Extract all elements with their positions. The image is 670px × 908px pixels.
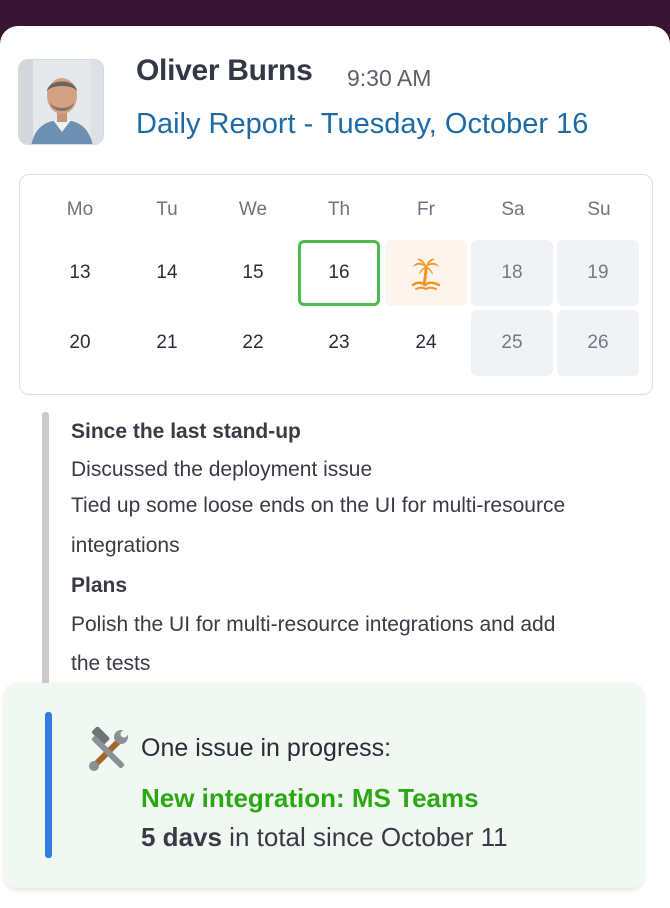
issue-duration: 5 davs bbox=[141, 822, 222, 852]
calendar-day[interactable]: 13 bbox=[39, 240, 121, 306]
calendar-day-weekend[interactable]: 19 bbox=[557, 240, 639, 306]
since-item: Discussed the deployment issue bbox=[71, 458, 373, 481]
issue-accent-bar bbox=[45, 712, 52, 858]
since-item: integrations bbox=[71, 534, 180, 557]
issue-link[interactable]: New integration: MS Teams bbox=[141, 783, 479, 814]
calendar-day[interactable]: 20 bbox=[39, 310, 121, 376]
calendar-day[interactable]: 15 bbox=[212, 240, 294, 306]
weekday-label: Tu bbox=[156, 199, 178, 220]
weekday-label: Sa bbox=[501, 199, 525, 220]
calendar-day-weekend[interactable]: 18 bbox=[471, 240, 553, 306]
calendar-day[interactable]: 23 bbox=[298, 310, 380, 376]
weekday-label: Su bbox=[587, 199, 611, 220]
plans-heading: Plans bbox=[71, 574, 128, 597]
calendar-day-today[interactable]: 16 bbox=[298, 240, 380, 306]
plans-item: the tests bbox=[71, 652, 151, 675]
report-title: Daily Report - Tuesday, October 16 bbox=[136, 108, 589, 140]
issue-title: One issue in progress: bbox=[141, 734, 392, 762]
issue-card: One issue in progress: New integration: … bbox=[5, 683, 643, 888]
issue-duration-suffix: in total since October 11 bbox=[221, 822, 508, 852]
calendar-day-vacation[interactable] bbox=[385, 240, 467, 306]
week-calendar: Mo Tu We Th Fr Sa Su 13 14 15 16 18 19 2… bbox=[19, 174, 653, 395]
palm-tree-island-icon bbox=[411, 258, 441, 291]
calendar-day[interactable]: 21 bbox=[126, 310, 208, 376]
weekday-label: Fr bbox=[417, 199, 435, 220]
weekday-label: Th bbox=[327, 199, 351, 220]
plans-item: Polish the UI for multi-resource integra… bbox=[71, 613, 556, 636]
avatar-photo bbox=[19, 60, 103, 144]
user-name[interactable]: Oliver Burns bbox=[136, 54, 313, 88]
calendar-day[interactable]: 14 bbox=[126, 240, 208, 306]
calendar-day[interactable]: 24 bbox=[385, 310, 467, 376]
quote-bar bbox=[42, 412, 49, 708]
avatar[interactable] bbox=[18, 59, 104, 145]
calendar-day-weekend[interactable]: 26 bbox=[557, 310, 639, 376]
since-item: Tied up some loose ends on the UI for mu… bbox=[71, 494, 566, 517]
hammer-and-wrench-icon bbox=[89, 727, 128, 771]
calendar-day-weekend[interactable]: 25 bbox=[471, 310, 553, 376]
weekday-label: Mo bbox=[66, 199, 94, 220]
message-card: Oliver Burns 9:30 AM Daily Report - Tues… bbox=[0, 26, 670, 908]
since-heading: Since the last stand-up bbox=[71, 420, 301, 443]
message-time[interactable]: 9:30 AM bbox=[347, 65, 431, 92]
weekday-label: We bbox=[238, 199, 268, 220]
calendar-day[interactable]: 22 bbox=[212, 310, 294, 376]
issue-summary: 5 davs in total since October 11 bbox=[141, 822, 508, 853]
